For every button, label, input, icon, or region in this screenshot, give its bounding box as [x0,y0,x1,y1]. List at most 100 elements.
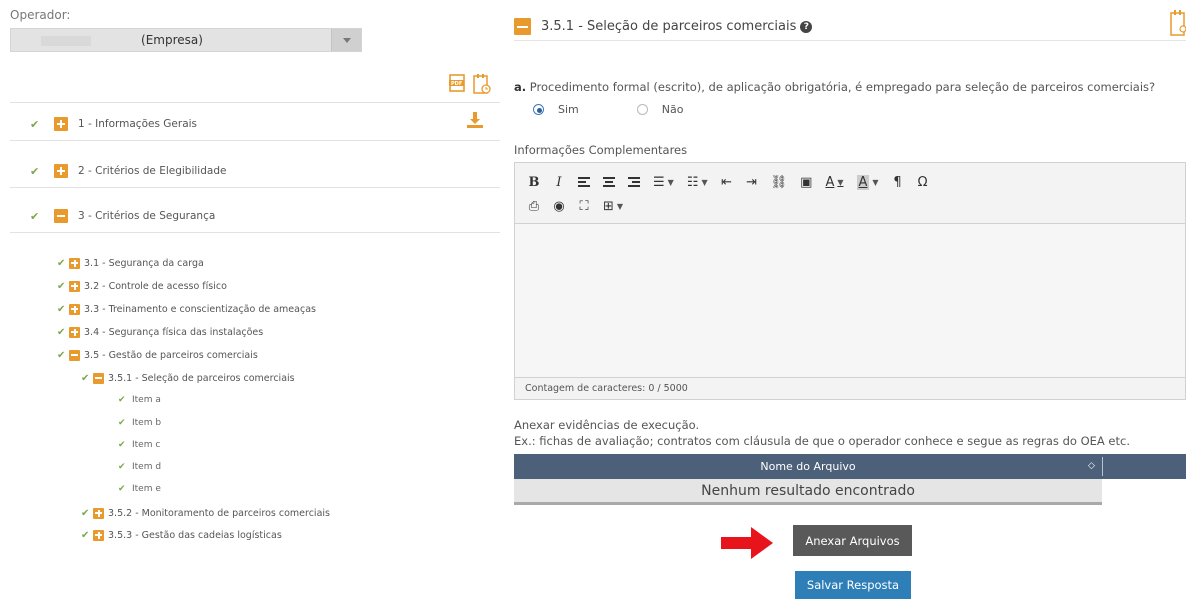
section-2[interactable]: ✔ 2 - Critérios de Elegibilidade [30,164,226,178]
attach-label: Anexar evidências de execução. [514,418,700,432]
editor-toolbar: B I ☰ ▼ ☷ ▼ ⇤ ⇥ ⛓ ▣ A ▼ A ▼ ¶ Ω ⎙ ◉ ⛶ ⊞ … [515,163,1185,224]
download-icon[interactable] [466,111,484,133]
operator-select[interactable]: (Empresa) [10,28,362,52]
collapse-minus-icon[interactable] [54,209,68,223]
preview-icon[interactable]: ◉ [553,199,565,214]
subsection-3-4[interactable]: ✔ 3.4 - Segurança física das instalações [57,325,263,339]
empty-row: Nenhum resultado encontrado [514,479,1102,505]
subsection-3-5-1[interactable]: ✔ 3.5.1 - Seleção de parceiros comerciai… [81,371,295,385]
subsection-label: 3.3 - Treinamento e conscientização de a… [84,303,316,315]
print-icon[interactable]: ⎙ [528,199,540,214]
column-separator [1102,457,1103,476]
calendar-history-icon[interactable] [1170,8,1186,40]
radio-yes-label[interactable]: Sim [558,103,579,116]
column-header-filename[interactable]: Nome do Arquivo [514,460,1102,473]
item-a[interactable]: ✔ Item a [118,395,161,405]
page-title: 3.5.1 - Seleção de parceiros comerciais [541,19,797,34]
table-header[interactable]: Nome do Arquivo ◇ [514,454,1186,479]
char-counter: Contagem de caracteres: 0 / 5000 [515,377,1185,399]
font-color-button[interactable]: A ▼ [825,175,843,190]
subsection-label: 3.4 - Segurança física das instalações [84,326,264,338]
operator-select-value: (Empresa) [141,33,203,47]
calendar-history-icon[interactable] [473,73,491,95]
expand-plus-icon[interactable] [69,303,80,315]
expand-plus-icon[interactable] [93,507,104,519]
sort-icon[interactable]: ◇ [1088,461,1095,471]
editor-textarea[interactable] [515,224,1185,377]
expand-plus-icon[interactable] [54,164,68,178]
item-d[interactable]: ✔ Item d [118,462,161,472]
divider [10,232,500,233]
item-label: Item a [132,395,161,405]
subsection-label: 3.5 - Gestão de parceiros comerciais [84,349,258,361]
expand-plus-icon[interactable] [54,117,68,131]
question-text: a. Procedimento formal (escrito), de apl… [514,80,1155,94]
section-label: 1 - Informações Gerais [78,118,198,130]
section-label: 3 - Critérios de Segurança [78,210,216,222]
subsection-3-5-3[interactable]: ✔ 3.5.3 - Gestão das cadeias logísticas [81,528,282,542]
save-answer-button[interactable]: Salvar Resposta [795,571,911,599]
indent-icon[interactable]: ⇥ [746,175,758,190]
link-icon[interactable]: ⛓ [771,175,788,190]
align-center-icon[interactable] [603,176,615,188]
subsection-label: 3.5.1 - Seleção de parceiros comerciais [108,372,295,384]
item-b[interactable]: ✔ Item b [118,418,161,428]
help-icon[interactable]: ? [800,20,813,33]
operator-label: Operador: [10,8,71,22]
bg-color-label: A [856,174,870,190]
numbered-list-icon[interactable]: ☷ ▼ [687,175,708,190]
bold-button[interactable]: B [528,175,540,190]
svg-text:PDF: PDF [451,81,462,87]
image-icon[interactable]: ▣ [800,175,812,190]
check-icon: ✔ [118,484,126,494]
italic-button[interactable]: I [553,175,565,190]
special-char-button[interactable]: Ω [917,175,929,190]
check-icon: ✔ [30,209,40,223]
attach-instructions: Anexar evidências de execução. Ex.: fich… [514,417,1130,449]
subsection-3-1[interactable]: ✔ 3.1 - Segurança da carga [57,256,204,270]
question-prefix: a. [514,80,527,94]
item-e[interactable]: ✔ Item e [118,484,161,494]
subsection-3-3[interactable]: ✔ 3.3 - Treinamento e conscientização de… [57,302,316,316]
left-toolbar: PDF [449,73,491,95]
pdf-export-icon[interactable]: PDF [449,73,467,93]
align-right-icon[interactable] [628,176,640,188]
expand-plus-icon[interactable] [69,326,80,338]
check-icon: ✔ [118,395,126,405]
dropdown-arrow-icon[interactable] [331,29,361,51]
editor-content-area[interactable] [515,224,1185,377]
section-1[interactable]: ✔ 1 - Informações Gerais [30,117,197,131]
find-replace-icon[interactable]: ⛶ [578,199,590,214]
section-label: 2 - Critérios de Elegibilidade [78,165,227,177]
radio-no-label[interactable]: Não [662,103,684,116]
bullet-list-icon[interactable]: ☰ ▼ [653,175,674,190]
align-left-icon[interactable] [578,176,590,188]
attach-files-button[interactable]: Anexar Arquivos [793,525,912,556]
radio-yes[interactable] [533,104,544,115]
subsection-3-5-2[interactable]: ✔ 3.5.2 - Monitoramento de parceiros com… [81,506,330,520]
collapse-minus-icon[interactable] [514,18,531,35]
subsection-3-2[interactable]: ✔ 3.2 - Controle de acesso físico [57,279,227,293]
item-c[interactable]: ✔ Item c [118,440,160,450]
outdent-icon[interactable]: ⇤ [721,175,733,190]
check-icon: ✔ [57,303,66,315]
radio-no[interactable] [636,104,648,115]
check-icon: ✔ [118,462,126,472]
section-3[interactable]: ✔ 3 - Critérios de Segurança [30,209,215,223]
expand-plus-icon[interactable] [69,280,80,292]
subsection-label: 3.1 - Segurança da carga [84,257,204,269]
subsection-label: 3.5.3 - Gestão das cadeias logísticas [108,529,282,541]
table-icon[interactable]: ⊞ ▼ [603,199,623,214]
question-body: Procedimento formal (escrito), de aplica… [529,80,1156,94]
collapse-minus-icon[interactable] [69,349,80,361]
subsection-3-5[interactable]: ✔ 3.5 - Gestão de parceiros comerciais [57,348,258,362]
expand-plus-icon[interactable] [93,529,104,541]
expand-plus-icon[interactable] [69,257,80,269]
check-icon: ✔ [57,280,66,292]
subsection-label: 3.2 - Controle de acesso físico [84,280,227,292]
answer-radio-group: Sim Não [533,103,683,116]
bg-color-button[interactable]: A ▼ [856,174,879,190]
collapse-minus-icon[interactable] [93,372,104,384]
check-icon: ✔ [57,326,66,338]
paragraph-button[interactable]: ¶ [892,175,904,190]
